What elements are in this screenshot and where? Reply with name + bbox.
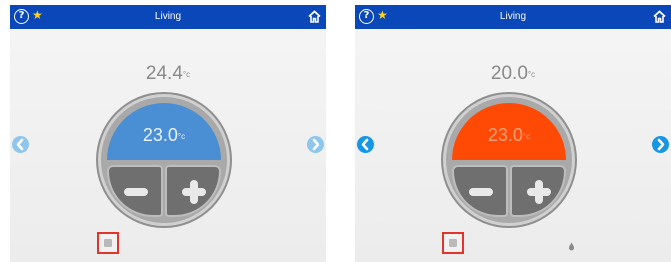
thermostat-dial: 23.0°c	[98, 94, 230, 226]
plus-icon	[527, 180, 551, 204]
setpoint-temperature-value: 23.0	[142, 125, 178, 145]
setpoint-temperature: 23.0°c	[452, 125, 566, 146]
current-temperature: 20.0°c	[355, 63, 671, 85]
current-temperature-unit: °c	[527, 70, 536, 79]
setpoint-temperature-value: 23.0	[487, 125, 523, 145]
top-bar: ? ★ Living	[10, 5, 326, 29]
setpoint-display: 23.0°c	[107, 103, 221, 160]
setpoint-temperature: 23.0°c	[107, 125, 221, 146]
room-title: Living	[154, 11, 182, 22]
decrease-temperature-button[interactable]	[452, 165, 508, 217]
increase-temperature-button[interactable]	[165, 165, 221, 217]
increase-temperature-button[interactable]	[510, 165, 566, 217]
next-room-button[interactable]	[652, 136, 669, 153]
top-bar: ? ★ Living	[355, 5, 671, 29]
setpoint-temperature-unit: °c	[522, 132, 531, 141]
setpoint-temperature-unit: °c	[177, 132, 186, 141]
current-temperature-value: 24.4	[145, 63, 183, 84]
current-temperature: 24.4°c	[10, 63, 326, 85]
standby-icon	[449, 239, 457, 247]
standby-button[interactable]	[442, 232, 464, 254]
chevron-left-icon	[16, 138, 24, 151]
chevron-right-icon	[312, 138, 320, 151]
thermostat-dial: 23.0°c	[443, 94, 575, 226]
setpoint-display: 23.0°c	[452, 103, 566, 160]
minus-icon	[124, 188, 148, 196]
decrease-temperature-button[interactable]	[107, 165, 163, 217]
home-icon[interactable]	[653, 10, 666, 23]
standby-button[interactable]	[97, 232, 119, 254]
thermostat-screen-right: ? ★ Living 20.0°c 23.0°c	[355, 5, 671, 262]
water-drop-icon	[569, 242, 574, 251]
chevron-right-icon	[657, 138, 665, 151]
thermostat-screen-left: ? ★ Living 24.4°c 23.0°c	[10, 5, 326, 262]
current-temperature-value: 20.0	[490, 63, 528, 84]
next-room-button[interactable]	[307, 136, 324, 153]
previous-room-button[interactable]	[12, 136, 29, 153]
plus-icon	[182, 180, 206, 204]
room-title: Living	[499, 11, 527, 22]
standby-icon	[104, 239, 112, 247]
chevron-left-icon	[361, 138, 369, 151]
previous-room-button[interactable]	[357, 136, 374, 153]
home-icon[interactable]	[308, 10, 321, 23]
current-temperature-unit: °c	[182, 70, 191, 79]
minus-icon	[469, 188, 493, 196]
